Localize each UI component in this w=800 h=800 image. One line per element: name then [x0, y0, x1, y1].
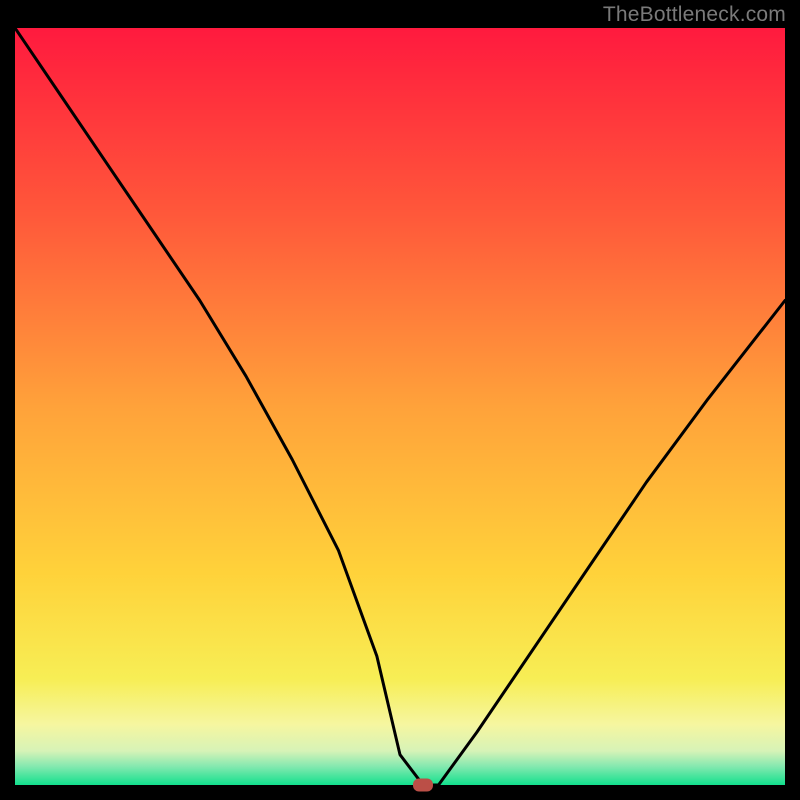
gradient-rect: [15, 28, 785, 785]
optimum-marker: [413, 779, 433, 792]
watermark-text: TheBottleneck.com: [603, 3, 786, 27]
chart-svg: [15, 28, 785, 785]
chart-frame: TheBottleneck.com: [0, 0, 800, 800]
plot-area: [15, 28, 785, 785]
